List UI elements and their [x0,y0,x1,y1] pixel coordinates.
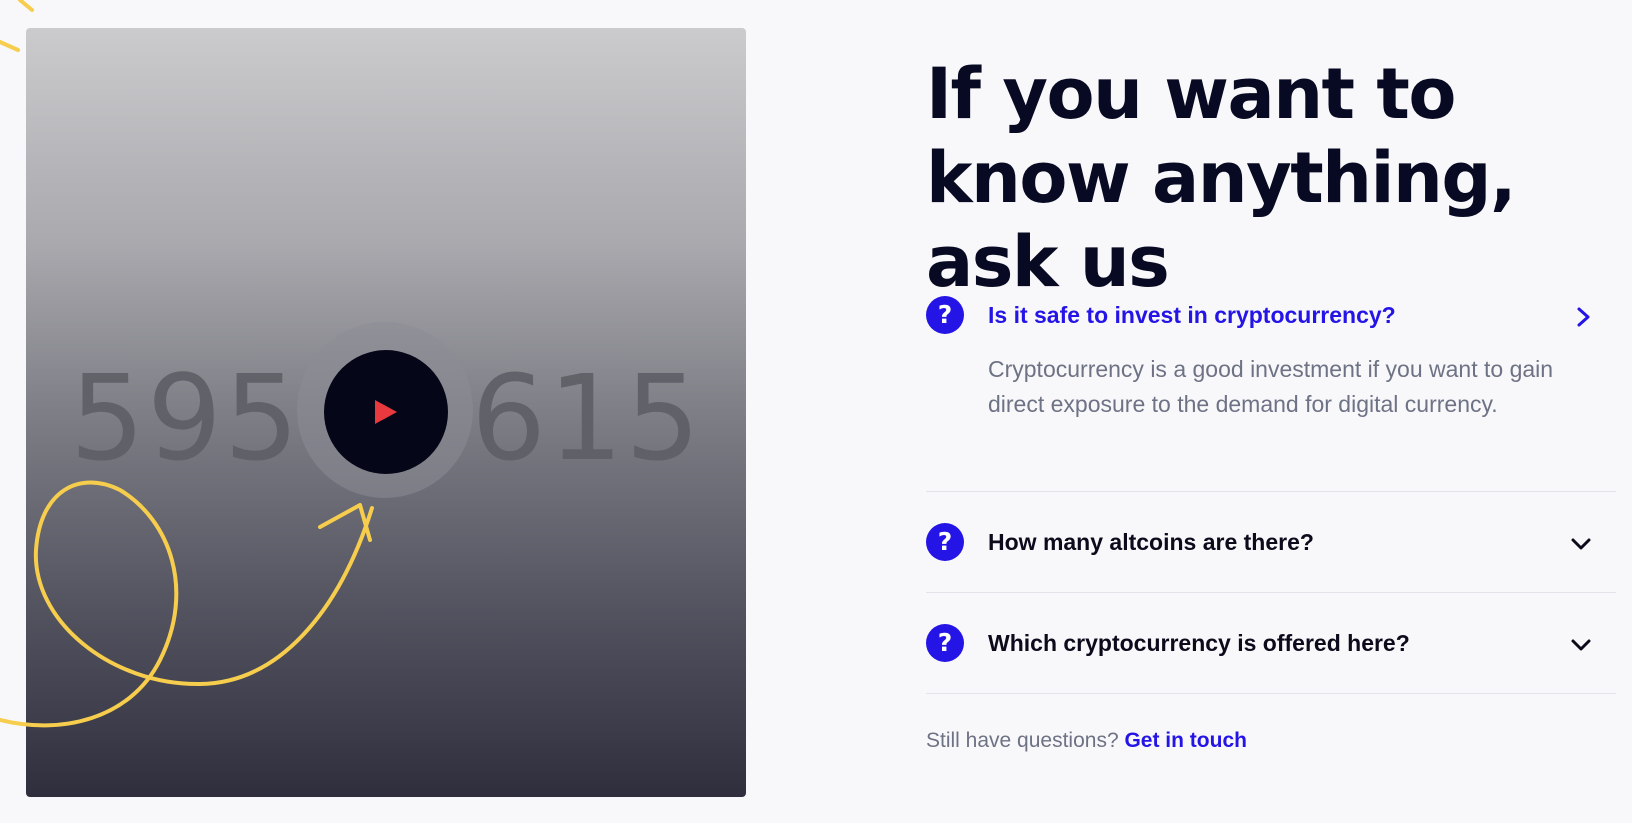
faq-footer: Still have questions? Get in touch [926,727,1247,755]
chevron-down-icon[interactable] [1570,637,1592,653]
footer-text: Still have questions? [926,729,1119,752]
faq-question[interactable]: Is it safe to invest in cryptocurrency? [988,300,1396,330]
faq-answer: Cryptocurrency is a good investment if y… [988,356,1554,417]
faq-item-safe-to-invest[interactable]: ? Is it safe to invest in cryptocurrency… [926,292,1616,492]
number-left: 595 [69,349,301,487]
question-icon: ? [926,296,964,334]
faq-title: If you want to know anything, ask us [926,53,1517,303]
number-right: 615 [471,349,703,487]
faq-divider [926,693,1616,694]
get-in-touch-link[interactable]: Get in touch [1124,729,1247,752]
question-icon: ? [926,624,964,662]
question-icon: ? [926,523,964,561]
play-button[interactable] [324,350,448,474]
faq-question[interactable]: Which cryptocurrency is offered here? [988,628,1410,658]
faq-item-altcoins[interactable]: ? How many altcoins are there? [926,492,1616,593]
chevron-down-icon[interactable] [1570,536,1592,552]
faq-question[interactable]: How many altcoins are there? [988,527,1314,557]
faq-item-cryptocurrency-offered[interactable]: ? Which cryptocurrency is offered here? [926,593,1616,694]
video-card: 595 615 [26,28,746,797]
play-icon [375,400,397,424]
chevron-right-icon[interactable] [1576,306,1592,328]
